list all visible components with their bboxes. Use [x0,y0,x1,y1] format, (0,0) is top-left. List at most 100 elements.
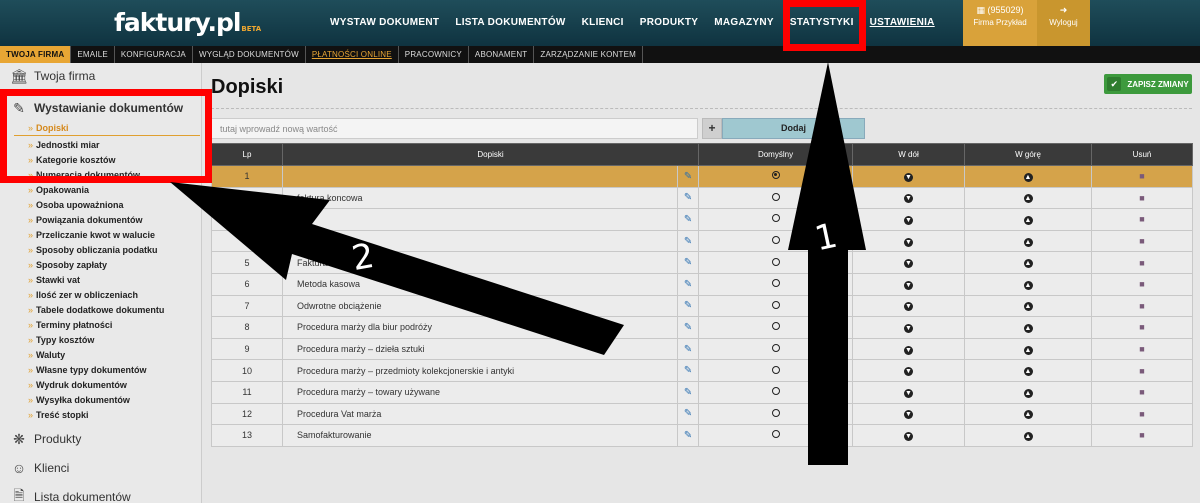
pencil-icon[interactable]: ✎ [676,402,700,426]
nav-lista-dokumentow[interactable]: LISTA DOKUMENTÓW [447,0,573,46]
delete-button[interactable]: ■ [1091,337,1194,361]
logout-button[interactable]: ➜ Wyloguj [1037,0,1090,46]
default-radio[interactable] [698,272,854,296]
sidebar-item-tabele[interactable]: Tabele dodatkowe dokumentu [28,305,164,315]
move-down-button[interactable]: ▼ [852,337,966,361]
sidebar-item-sposoby-obliczania[interactable]: Sposoby obliczania podatku [28,245,158,255]
delete-button[interactable]: ■ [1091,251,1194,274]
row-text[interactable]: Metoda kasowa [282,272,678,296]
pencil-icon[interactable]: ✎ [676,359,700,382]
table-row[interactable]: 12 Procedura Vat marża ✎ ▼ ▲ ■ [211,402,1194,426]
row-text[interactable] [282,229,678,253]
nav-produkty[interactable]: PRODUKTY [632,0,707,46]
pencil-icon[interactable]: ✎ [676,186,700,210]
table-row[interactable]: 11 Procedura marży – towary używane ✎ ▼ ▲ ■ [211,380,1194,404]
row-text[interactable] [282,208,678,231]
pencil-icon[interactable]: ✎ [676,165,700,188]
row-text[interactable]: Procedura marży – przedmioty kolekcjoner… [282,359,678,382]
table-row[interactable]: 10 Procedura marży – przedmioty kolekcjon… [211,359,1194,382]
row-text[interactable]: Procedura marży – dzieła sztuki [282,337,678,361]
move-down-button[interactable]: ▼ [852,251,966,274]
default-radio[interactable] [698,165,854,188]
table-row[interactable]: 6 Metoda kasowa ✎ ▼ ▲ ■ [211,272,1194,296]
subnav-konfiguracja[interactable]: KONFIGURACJA [115,46,193,63]
move-down-button[interactable]: ▼ [852,294,966,318]
pencil-icon[interactable]: ✎ [676,229,700,253]
default-radio[interactable] [698,229,854,253]
table-row[interactable]: 7 Odwrotne obciążenie ✎ ▼ ▲ ■ [211,294,1194,318]
pencil-icon[interactable]: ✎ [676,251,700,274]
row-text[interactable]: Procedura marży – towary używane [282,380,678,404]
delete-button[interactable]: ■ [1091,229,1194,253]
row-text[interactable]: faktura koncowa [282,186,678,210]
move-down-button[interactable]: ▼ [852,402,966,426]
nav-wystaw-dokument[interactable]: WYSTAW DOKUMENT [322,0,447,46]
app-logo[interactable]: faktury.plBETA [114,8,261,37]
move-down-button[interactable]: ▼ [852,165,966,188]
pencil-icon[interactable]: ✎ [676,316,700,339]
subnav-wyglad-dokumentow[interactable]: WYGLĄD DOKUMENTÓW [193,46,306,63]
row-text[interactable]: Procedura marży dla biur podróży [282,316,678,339]
move-up-button[interactable]: ▲ [964,380,1093,404]
move-up-button[interactable]: ▲ [964,424,1093,447]
move-down-button[interactable]: ▼ [852,316,966,339]
pencil-icon[interactable]: ✎ [676,380,700,404]
pencil-icon[interactable]: ✎ [676,208,700,231]
delete-button[interactable]: ■ [1091,294,1194,318]
sidebar-klienci[interactable]: ☺ Klienci [8,459,70,477]
sidebar-item-osoba-upowazniona[interactable]: Osoba upoważniona [28,200,124,210]
pencil-icon[interactable]: ✎ [676,272,700,296]
subnav-zarzadzanie-kontem[interactable]: ZARZĄDZANIE KONTEM [534,46,644,63]
delete-button[interactable]: ■ [1091,272,1194,296]
move-down-button[interactable]: ▼ [852,208,966,231]
firm-switch-button[interactable]: ▦ (955029) Firma Przykład [963,0,1037,46]
move-down-button[interactable]: ▼ [852,186,966,210]
sidebar-twoja-firma[interactable]: 🏛 Twoja firma [8,67,95,85]
pencil-icon[interactable]: ✎ [676,424,700,447]
pencil-icon[interactable]: ✎ [676,294,700,318]
move-up-button[interactable]: ▲ [964,402,1093,426]
sidebar-item-waluty[interactable]: Waluty [28,350,65,360]
table-row[interactable]: 9 Procedura marży – dzieła sztuki ✎ ▼ ▲ ■ [211,337,1194,361]
row-text[interactable] [282,165,678,188]
subnav-twoja-firma[interactable]: TWOJA FIRMA [0,46,72,63]
delete-button[interactable]: ■ [1091,208,1194,231]
move-down-button[interactable]: ▼ [852,359,966,382]
move-down-button[interactable]: ▼ [852,380,966,404]
default-radio[interactable] [698,186,854,210]
subnav-pracownicy[interactable]: PRACOWNICY [399,46,469,63]
default-radio[interactable] [698,251,854,274]
sidebar-item-sposoby-zaplaty[interactable]: Sposoby zapłaty [28,260,107,270]
sidebar-item-ilosc-zer[interactable]: Ilość zer w obliczeniach [28,290,138,300]
delete-button[interactable]: ■ [1091,186,1194,210]
table-row[interactable]: 13 Samofakturowanie ✎ ▼ ▲ ■ [211,424,1194,447]
sidebar-produkty[interactable]: ❋ Produkty [8,430,81,448]
default-radio[interactable] [698,294,854,318]
row-text[interactable]: Faktura [282,251,678,274]
default-radio[interactable] [698,208,854,231]
delete-button[interactable]: ■ [1091,380,1194,404]
sidebar-item-wydruk[interactable]: Wydruk dokumentów [28,380,127,390]
plus-icon[interactable]: + [702,118,722,139]
delete-button[interactable]: ■ [1091,402,1194,426]
sidebar-item-stawki-vat[interactable]: Stawki vat [28,275,80,285]
subnav-emaile[interactable]: EMAILE [71,46,115,63]
subnav-platnosci-online[interactable]: PŁATNOŚCI ONLINE [306,46,399,63]
delete-button[interactable]: ■ [1091,424,1194,447]
row-text[interactable]: Samofakturowanie [282,424,678,447]
table-row[interactable]: 1 ✎ ▼ ▲ ■ [211,165,1194,188]
move-up-button[interactable]: ▲ [964,316,1093,339]
table-row[interactable]: 4 ✎ ▼ ▲ ■ [211,229,1194,253]
move-down-button[interactable]: ▼ [852,229,966,253]
delete-button[interactable]: ■ [1091,359,1194,382]
sidebar-item-wlasne-typy[interactable]: Własne typy dokumentów [28,365,147,375]
sidebar-item-terminy[interactable]: Terminy płatności [28,320,112,330]
move-up-button[interactable]: ▲ [964,337,1093,361]
default-radio[interactable] [698,337,854,361]
table-row[interactable]: 2 faktura koncowa ✎ ▼ ▲ ■ [211,186,1194,210]
row-text[interactable]: Procedura Vat marża [282,402,678,426]
move-up-button[interactable]: ▲ [964,294,1093,318]
sidebar-item-tresc-stopki[interactable]: Treść stopki [28,410,89,420]
nav-magazyny[interactable]: MAGAZYNY [706,0,782,46]
move-up-button[interactable]: ▲ [964,251,1093,274]
